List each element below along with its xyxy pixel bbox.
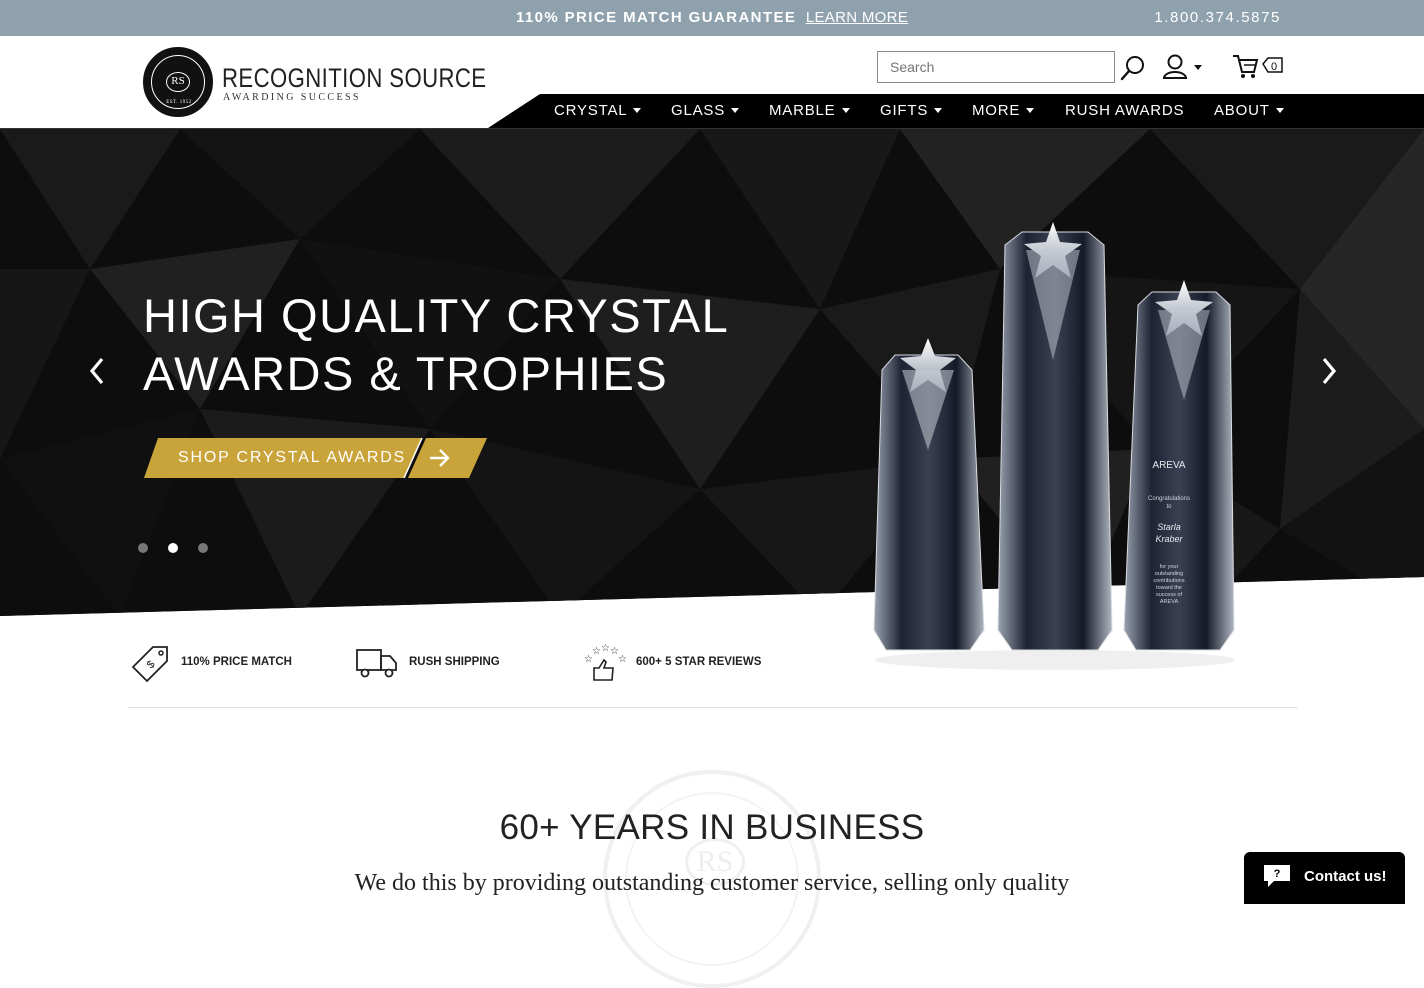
svg-text:?: ? [1274, 868, 1281, 880]
nav-glass[interactable]: GLASS [671, 94, 740, 128]
hero-heading-line1: HIGH QUALITY CRYSTAL [143, 289, 730, 342]
carousel-prev-icon[interactable] [84, 353, 110, 389]
nav-about[interactable]: ABOUT [1214, 94, 1284, 128]
phone-number[interactable]: 1.800.374.5875 [1154, 0, 1281, 36]
learn-more-link[interactable]: LEARN MORE [806, 9, 908, 26]
nav-label: CRYSTAL [554, 102, 628, 119]
trophy-body-2: outstanding [1155, 571, 1183, 577]
svg-text:☆: ☆ [601, 644, 610, 654]
arrow-right-icon [430, 449, 450, 467]
site-header: RS EST. 1952 RECOGNITION SOURCE AWARDING… [0, 36, 1424, 129]
caret-down-icon [633, 107, 642, 113]
star-reviews-icon: ☆ ☆ ☆ ☆ ☆ [584, 644, 627, 681]
nav-marble[interactable]: MARBLE [769, 94, 850, 128]
carousel-dot-2[interactable] [168, 543, 178, 553]
caret-down-icon [1275, 107, 1284, 113]
cart-icon[interactable]: 0 [1232, 52, 1284, 80]
trophy-logo: AREVA [1152, 460, 1185, 471]
main-nav: CRYSTAL GLASS MARBLE GIFTS MORE RUSH AWA… [488, 94, 1424, 128]
feature-label: 110% PRICE MATCH [181, 656, 292, 668]
nav-label: RUSH AWARDS [1065, 102, 1185, 119]
nav-label: ABOUT [1214, 102, 1270, 119]
nav-gifts[interactable]: GIFTS [880, 94, 943, 128]
caret-down-icon [934, 107, 943, 113]
brand-tagline: AWARDING SUCCESS [223, 92, 361, 103]
nav-label: MARBLE [769, 102, 836, 119]
caret-down-icon [841, 107, 850, 113]
carousel-next-icon[interactable] [1316, 353, 1342, 389]
svg-text:☆: ☆ [618, 654, 627, 665]
feature-strip: $ 110% PRICE MATCH RUSH SHIPPING ☆ ☆ ☆ ☆… [128, 640, 1298, 708]
promo-bar: 110% PRICE MATCH GUARANTEE LEARN MORE 1.… [0, 0, 1424, 36]
section-heading: 60+ YEARS IN BUSINESS [499, 808, 925, 847]
carousel-dot-3[interactable] [198, 543, 208, 553]
logo-badge[interactable]: RS EST. 1952 [143, 47, 213, 117]
trophy-body-4: toward the [1156, 585, 1182, 591]
svg-text:$: $ [145, 658, 158, 671]
trophy-name1: Starla [1157, 522, 1181, 532]
price-tag-icon: $ [131, 646, 168, 683]
contact-chat-button[interactable]: ? Contact us! [1244, 852, 1405, 904]
trophy-body-1: for your [1160, 564, 1179, 570]
brand-name[interactable]: RECOGNITION SOURCE [222, 63, 486, 94]
svg-text:☆: ☆ [592, 646, 601, 657]
nav-label: GIFTS [880, 102, 929, 119]
trophy-body-5: success of [1156, 592, 1182, 598]
feature-label: 600+ 5 STAR REVIEWS [636, 656, 762, 668]
nav-rush-awards[interactable]: RUSH AWARDS [1065, 94, 1184, 128]
trophy-name2: Kraber [1155, 534, 1183, 544]
delivery-truck-icon [356, 649, 397, 678]
caret-down-icon [1026, 107, 1035, 113]
chat-label: Contact us! [1304, 868, 1387, 885]
logo-monogram: RS [166, 72, 190, 92]
nav-crystal[interactable]: CRYSTAL [554, 94, 642, 128]
trophy-line2: to [1166, 504, 1172, 510]
caret-down-icon [731, 107, 740, 113]
account-icon[interactable] [1162, 54, 1206, 80]
trophy-line1: Congratulations [1148, 496, 1190, 502]
hero-heading-line2: AWARDS & TROPHIES [143, 347, 669, 400]
logo-ring: RS EST. 1952 [151, 55, 205, 109]
promo-text: 110% PRICE MATCH GUARANTEE [515, 9, 797, 26]
nav-label: GLASS [671, 102, 726, 119]
logo-est: EST. 1952 [166, 100, 192, 105]
trophy-body-3: contributions [1153, 578, 1184, 584]
cart-count: 0 [1271, 61, 1277, 73]
chat-bubble-icon: ? [1264, 865, 1290, 887]
trophy-body-6: AREVA [1160, 599, 1179, 605]
crystal-trophies-image: AREVA Congratulations to Starla Kraber f… [873, 222, 1235, 670]
search-input[interactable] [877, 51, 1115, 83]
search-icon[interactable] [1120, 54, 1146, 82]
feature-label: RUSH SHIPPING [409, 656, 500, 668]
section-lead: We do this by providing outstanding cust… [354, 870, 1070, 896]
nav-more[interactable]: MORE [972, 94, 1035, 128]
carousel-dot-1[interactable] [138, 543, 148, 553]
hero-heading: HIGH QUALITY CRYSTAL AWARDS & TROPHIES [143, 287, 729, 403]
nav-label: MORE [972, 102, 1021, 119]
shop-crystal-awards-button[interactable]: SHOP CRYSTAL AWARDS [144, 438, 487, 478]
cta-label: SHOP CRYSTAL AWARDS [178, 449, 407, 466]
